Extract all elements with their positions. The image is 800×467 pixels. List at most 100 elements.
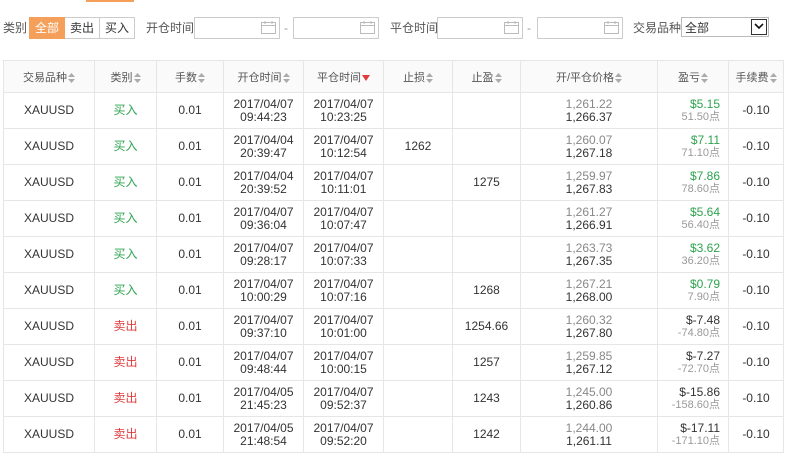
calendar-icon[interactable] — [360, 21, 375, 34]
segment-buy[interactable]: 买入 — [100, 17, 136, 39]
cell-stop-loss — [383, 200, 453, 237]
open-date: 2017/04/04 — [233, 132, 294, 147]
cell-price: 1,260.07 1,267.18 — [520, 128, 658, 165]
close-time-end-input[interactable] — [537, 17, 623, 39]
close-date: 2017/04/07 — [313, 168, 374, 183]
profit-points: 36.20点 — [681, 254, 720, 267]
active-tab-indicator — [86, 0, 134, 2]
sort-icon[interactable] — [282, 72, 290, 83]
table-body: XAUUSD 买入 0.01 2017/04/07 09:44:23 2017/04/07… — [3, 92, 784, 453]
col-header-stop-loss[interactable]: 止损 — [383, 60, 453, 93]
cell-profit: $7.11 71.10点 — [657, 128, 729, 165]
close-date: 2017/04/07 — [313, 132, 374, 147]
calendar-icon[interactable] — [604, 21, 619, 34]
close-time-start-input[interactable] — [437, 17, 523, 39]
close-clock: 10:12:54 — [320, 145, 367, 160]
open-date: 2017/04/07 — [233, 96, 294, 111]
close-clock: 09:52:37 — [320, 397, 367, 412]
profit-amount: $7.11 — [690, 132, 720, 147]
col-header-take-profit[interactable]: 止盈 — [452, 60, 521, 93]
table-row: XAUUSD 卖出 0.01 2017/04/05 21:48:54 2017/04/07… — [3, 416, 784, 453]
open-clock: 09:37:10 — [240, 325, 287, 340]
close-date: 2017/04/07 — [313, 312, 374, 327]
sort-icon[interactable] — [133, 72, 141, 83]
sort-icon[interactable] — [769, 72, 777, 83]
sort-icon[interactable] — [494, 72, 502, 83]
close-date: 2017/04/07 — [313, 204, 374, 219]
open-time-start-input[interactable] — [194, 17, 280, 39]
col-header-fee[interactable]: 手续费 — [728, 60, 784, 93]
col-header-open-time[interactable]: 开仓时间 — [223, 60, 304, 93]
close-clock: 10:01:00 — [320, 325, 367, 340]
profit-points: 56.40点 — [681, 218, 720, 231]
cell-symbol: XAUUSD — [3, 416, 95, 453]
col-header-profit[interactable]: 盈亏 — [657, 60, 729, 93]
col-header-close-time[interactable]: 平仓时间 — [303, 60, 384, 93]
sort-icon[interactable] — [701, 72, 708, 83]
open-price: 1,267.21 — [565, 276, 613, 291]
col-header-price[interactable]: 开/平仓价格 — [520, 60, 658, 93]
cell-fee: -0.10 — [728, 308, 784, 345]
cell-symbol: XAUUSD — [3, 308, 95, 345]
sort-icon[interactable] — [68, 72, 75, 83]
cell-profit: $-7.48 -74.80点 — [657, 308, 729, 345]
open-time-end-input[interactable] — [293, 17, 379, 39]
col-header-symbol[interactable]: 交易品种 — [3, 60, 95, 93]
cell-close-time: 2017/04/07 10:01:00 — [303, 308, 384, 345]
sort-icon[interactable] — [426, 72, 433, 83]
cell-stop-loss — [383, 416, 453, 453]
cell-stop-loss — [383, 164, 453, 201]
close-time-label: 平仓时间 — [390, 21, 439, 35]
open-clock: 09:36:04 — [240, 217, 287, 232]
close-clock: 10:07:16 — [320, 289, 367, 304]
sort-icon[interactable] — [615, 72, 623, 83]
cell-take-profit: 1254.66 — [452, 308, 521, 345]
cell-close-time: 2017/04/07 09:52:20 — [303, 416, 384, 453]
segment-sell[interactable]: 卖出 — [65, 17, 101, 39]
table-row: XAUUSD 买入 0.01 2017/04/07 10:00:29 2017/04/07… — [3, 272, 784, 309]
cell-lots: 0.01 — [156, 308, 224, 345]
profit-points: -74.80点 — [677, 326, 720, 339]
cell-symbol: XAUUSD — [3, 272, 95, 309]
close-clock: 10:07:33 — [320, 253, 367, 268]
profit-amount: $5.64 — [689, 204, 720, 219]
cell-take-profit: 1257 — [452, 344, 521, 381]
close-price: 1,267.18 — [565, 145, 613, 160]
open-price: 1,261.27 — [565, 204, 613, 219]
cell-take-profit — [452, 128, 521, 165]
open-date: 2017/04/04 — [233, 168, 294, 183]
cell-lots: 0.01 — [156, 92, 224, 129]
cell-fee: -0.10 — [728, 380, 784, 417]
open-date: 2017/04/07 — [233, 276, 294, 291]
close-date: 2017/04/07 — [313, 276, 374, 291]
open-date: 2017/04/05 — [233, 420, 294, 435]
open-time-label: 开仓时间 — [146, 21, 195, 35]
cell-price: 1,259.85 1,267.12 — [520, 344, 658, 381]
sort-desc-icon[interactable] — [362, 74, 370, 81]
open-clock: 20:39:52 — [240, 181, 287, 196]
cell-stop-loss — [383, 236, 453, 273]
cell-close-time: 2017/04/07 10:23:25 — [303, 92, 384, 129]
calendar-icon[interactable] — [504, 21, 519, 34]
sort-icon[interactable] — [198, 72, 205, 83]
product-select[interactable]: 全部 — [681, 17, 769, 37]
chevron-down-icon[interactable] — [751, 19, 767, 35]
open-clock: 21:48:54 — [240, 433, 287, 448]
segment-all[interactable]: 全部 — [29, 17, 66, 39]
cell-type: 买入 — [94, 200, 157, 237]
open-clock: 09:44:23 — [240, 109, 287, 124]
profit-amount: $7.86 — [689, 168, 720, 183]
col-header-lots[interactable]: 手数 — [156, 60, 224, 93]
calendar-icon[interactable] — [261, 21, 276, 34]
open-price: 1,260.32 — [565, 312, 613, 327]
cell-open-time: 2017/04/07 09:37:10 — [223, 308, 304, 345]
cell-price: 1,261.22 1,266.37 — [520, 92, 658, 129]
cell-lots: 0.01 — [156, 380, 224, 417]
close-price: 1,267.80 — [565, 325, 613, 340]
close-date: 2017/04/07 — [313, 420, 374, 435]
col-header-type[interactable]: 类别 — [94, 60, 157, 93]
open-clock: 10:00:29 — [240, 289, 287, 304]
cell-lots: 0.01 — [156, 236, 224, 273]
open-clock: 21:45:23 — [240, 397, 287, 412]
profit-amount: $-17.11 — [680, 420, 720, 435]
